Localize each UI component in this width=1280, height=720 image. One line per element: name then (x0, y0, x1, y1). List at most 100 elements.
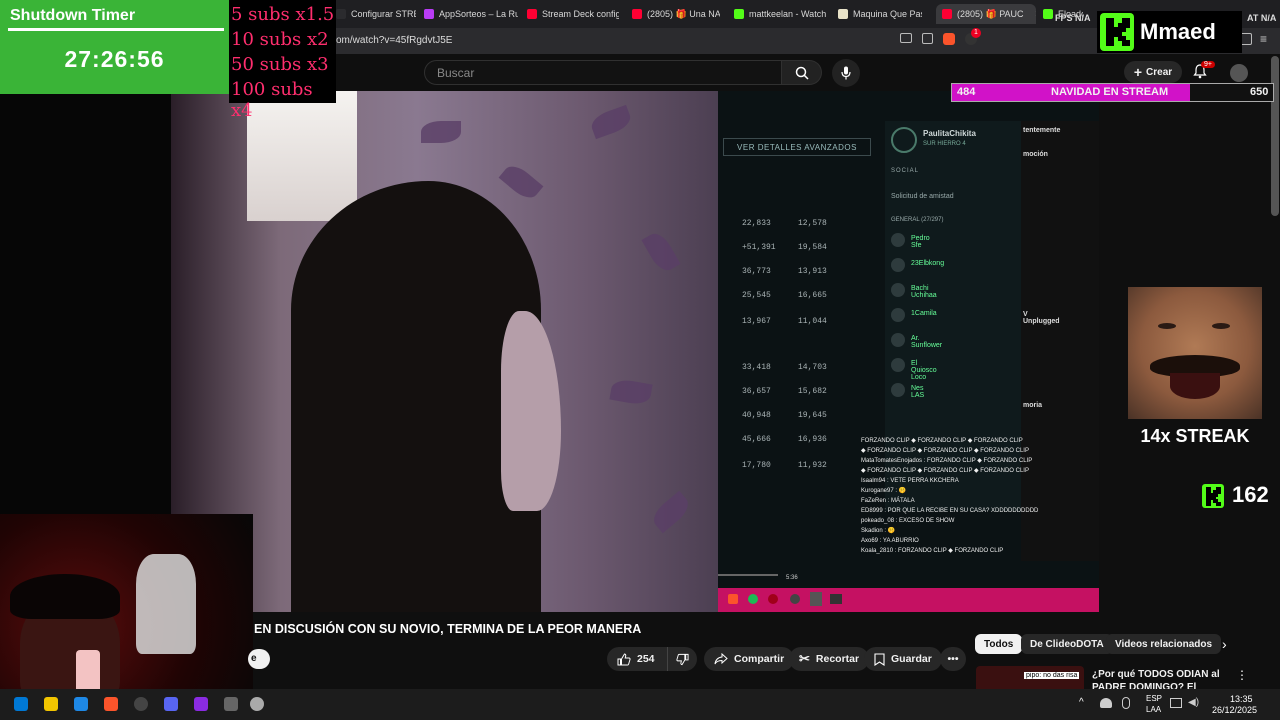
tab-title: Eloadordo (1058, 9, 1083, 19)
streamer-camera-feed (171, 91, 718, 612)
chat-message: Isaalm94 : VETE PERRA KKCHERA (861, 478, 959, 484)
share-icon[interactable] (922, 33, 933, 44)
browser-tab[interactable]: mattkeelan - Watch (734, 4, 826, 24)
streak-label: 14x STREAK (1140, 426, 1250, 446)
voice-search-button[interactable] (832, 59, 860, 87)
cloud-icon[interactable] (1100, 698, 1112, 708)
friend-avatar (891, 358, 905, 372)
brave-browser-icon[interactable] (104, 697, 118, 711)
stat-value: 36,657 (742, 387, 771, 396)
create-label: Crear (1146, 66, 1173, 78)
url-text[interactable]: om/watch?v=45fRgdvtJ5E (336, 35, 452, 46)
chip-de-clideodota[interactable]: De ClideoDOTA (1021, 634, 1113, 654)
wallpaper-leaf (498, 160, 544, 204)
browser-tab[interactable]: AppSorteos – La Ru (424, 4, 518, 24)
language-indicator[interactable]: ESP (1146, 694, 1162, 703)
side-label: V Unplugged (1023, 311, 1060, 325)
more-vert-icon[interactable]: ⋮ (1236, 668, 1248, 682)
share-arrow-icon (714, 653, 728, 665)
friend-name: 23Elbkong (911, 260, 945, 267)
browser-tab[interactable]: Eloadordo (1043, 4, 1083, 24)
cast-icon[interactable] (900, 33, 912, 43)
video-player[interactable]: VER DETALLES AVANZADOS 22,833 12,578 +51,3… (171, 91, 1099, 612)
windows-taskbar (0, 689, 1280, 720)
subs-tier: 5 subs x1.5 (231, 4, 335, 25)
like-button[interactable]: 254 (607, 647, 667, 671)
clock-time[interactable]: 13:35 (1230, 694, 1253, 704)
thumbs-down-icon (676, 653, 689, 665)
keyboard-layout[interactable]: LAA (1146, 705, 1161, 714)
video-progress (718, 574, 778, 576)
friend-avatar (891, 383, 905, 397)
app-icon (810, 592, 822, 606)
subscribe-button[interactable]: e (248, 649, 270, 669)
search-input[interactable]: Buscar (424, 60, 782, 85)
app-icon[interactable] (250, 697, 264, 711)
stat-value: 45,666 (742, 435, 771, 444)
menu-icon[interactable]: ≡ (1260, 33, 1267, 45)
app-icon[interactable] (74, 697, 88, 711)
app-icon[interactable] (224, 697, 238, 711)
game-timer: 5:36 (786, 575, 798, 581)
side-label: moria (1023, 402, 1043, 409)
volume-icon[interactable]: ◀) (1188, 697, 1199, 708)
goal-target: 650 (1250, 86, 1269, 98)
clock-date[interactable]: 26/12/2025 (1212, 705, 1257, 715)
avatar[interactable] (1230, 64, 1248, 82)
close-tab-icon[interactable]: ✕ (1035, 9, 1036, 20)
windows-start-icon[interactable] (14, 697, 28, 711)
browser-tab[interactable]: Stream Deck config (527, 4, 619, 24)
create-button[interactable]: + Crear (1124, 61, 1182, 83)
clip-button[interactable]: ✂ Recortar (789, 647, 870, 671)
stat-value: 19,584 (798, 243, 827, 252)
chip-todos[interactable]: Todos (975, 634, 1023, 654)
eye (1158, 323, 1176, 329)
app-icon (790, 594, 800, 604)
chat-message: FORZANDO CLIP ◆ FORZANDO CLIP ◆ FORZANDO… (861, 438, 1023, 444)
chevron-up-icon[interactable]: ^ (1079, 697, 1084, 708)
thumb-overlay-text: pipo: no das risa (1024, 672, 1080, 679)
kick-small-icon (1202, 484, 1224, 508)
more-actions-button[interactable]: ••• (940, 647, 966, 671)
goal-title: NAVIDAD EN STREAM (1051, 86, 1169, 98)
friend-avatar (891, 233, 905, 247)
save-label: Guardar (891, 653, 932, 665)
chat-message: FaZeRen : MÁTALA (861, 498, 915, 504)
dislike-button[interactable] (667, 647, 697, 671)
save-button[interactable]: Guardar (864, 647, 942, 671)
spotify-icon (748, 594, 758, 604)
more-icon: ••• (947, 653, 959, 665)
brave-shield-icon[interactable] (943, 33, 955, 45)
browser-tab[interactable]: (2805) 🎁 PAUC ✕ (936, 4, 1036, 24)
share-button[interactable]: Compartir (704, 647, 795, 671)
mic-tray-icon[interactable] (1122, 697, 1130, 709)
rewards-icon[interactable]: 1 (965, 28, 981, 45)
tab-title: (2805) 🎁 PAUC (957, 8, 1024, 19)
browser-tab[interactable]: (2805) 🎁 Una NAV (632, 4, 720, 24)
kick-follower-count: 162 (1232, 482, 1269, 507)
stat-value: 13,913 (798, 267, 827, 276)
friend-avatar (891, 258, 905, 272)
browser-tab[interactable]: Maquina Que Pasa (838, 4, 922, 24)
chip-videos-relacionados[interactable]: Videos relacionados (1106, 634, 1222, 654)
discord-icon[interactable] (164, 697, 178, 711)
stat-value: +51,391 (742, 243, 776, 252)
streamer-hair (10, 574, 120, 619)
app-icon[interactable] (194, 697, 208, 711)
tab-title: AppSorteos – La Ru (439, 9, 518, 19)
obs-icon[interactable] (134, 697, 148, 711)
browser-tab[interactable]: Configurar STREAM (336, 4, 416, 24)
scissors-icon: ✂ (799, 651, 810, 666)
friend-group-label: GENERAL (27/297) (891, 217, 944, 223)
stat-value: 17,780 (742, 461, 771, 470)
eye (1212, 323, 1230, 329)
network-icon[interactable] (1170, 698, 1182, 708)
notifications-button[interactable]: 9+ (1193, 61, 1215, 84)
mouth (1170, 373, 1220, 399)
chevron-right-icon[interactable]: › (1222, 636, 1227, 652)
file-explorer-icon[interactable] (44, 697, 58, 711)
search-button[interactable] (782, 60, 822, 85)
friend-avatar (891, 333, 905, 347)
page-scrollbar[interactable] (1271, 56, 1279, 216)
subs-tier: 10 subs x2 (231, 29, 329, 50)
